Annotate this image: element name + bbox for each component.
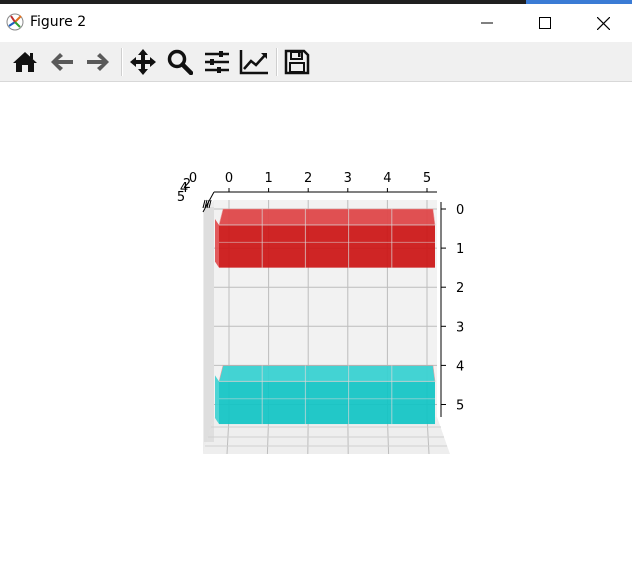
zoom-icon: [167, 49, 193, 75]
close-button[interactable]: [574, 4, 632, 42]
window-title: Figure 2: [30, 14, 86, 30]
home-button[interactable]: [9, 46, 41, 78]
z-tick-label: 0: [456, 203, 464, 218]
toolbar-separator-highlight: [122, 48, 123, 76]
z-tick-label: 5: [456, 399, 464, 414]
toolbar-separator-highlight: [277, 48, 278, 76]
z-tick-label: 1: [456, 242, 464, 257]
red-bar-front-face: [219, 225, 435, 268]
cyan-bar-front-face: [219, 381, 435, 424]
maximize-button[interactable]: [516, 4, 574, 42]
back-icon: [49, 51, 75, 73]
x-tick-label: 1: [264, 171, 272, 186]
z-tick-label: 3: [456, 320, 464, 335]
x-tick-label: 2: [304, 171, 312, 186]
save-button[interactable]: [281, 46, 313, 78]
x-tick-label: 5: [423, 171, 431, 186]
subplots-icon: [204, 50, 230, 74]
maximize-icon: [539, 17, 551, 29]
matplotlib-app-icon: [6, 13, 24, 31]
figure-canvas[interactable]: 0123450123450245: [0, 82, 632, 557]
red-bar-side-face: [215, 219, 219, 268]
subplots-button[interactable]: [201, 46, 233, 78]
minimize-icon: [481, 17, 493, 29]
x-tick-label: 3: [344, 171, 352, 186]
axes-edit-icon: [239, 49, 269, 75]
red-bar-top-face: [219, 209, 435, 225]
pan-icon: [129, 48, 157, 76]
axes-edit-button[interactable]: [238, 46, 270, 78]
z-tick-label: 4: [456, 359, 464, 374]
y-tick: [203, 200, 205, 208]
back-button[interactable]: [46, 46, 78, 78]
forward-button[interactable]: [82, 46, 114, 78]
x-tick-label: 4: [383, 171, 391, 186]
pan-button[interactable]: [127, 46, 159, 78]
y-tick-label: 5: [177, 190, 185, 205]
forward-icon: [85, 51, 111, 73]
cyan-bar-side-face: [215, 375, 219, 424]
x-tick-label: 0: [225, 171, 233, 186]
home-icon: [12, 50, 38, 74]
window-titlebar[interactable]: Figure 2: [0, 4, 632, 42]
close-icon: [597, 17, 610, 30]
bar3d-chart[interactable]: 0123450123450245: [0, 82, 632, 557]
z-tick-label: 2: [456, 281, 464, 296]
cyan-bar-top-face: [219, 365, 435, 381]
navigation-toolbar: [0, 42, 632, 82]
save-icon: [284, 49, 310, 75]
minimize-button[interactable]: [458, 4, 516, 42]
zoom-button[interactable]: [164, 46, 196, 78]
